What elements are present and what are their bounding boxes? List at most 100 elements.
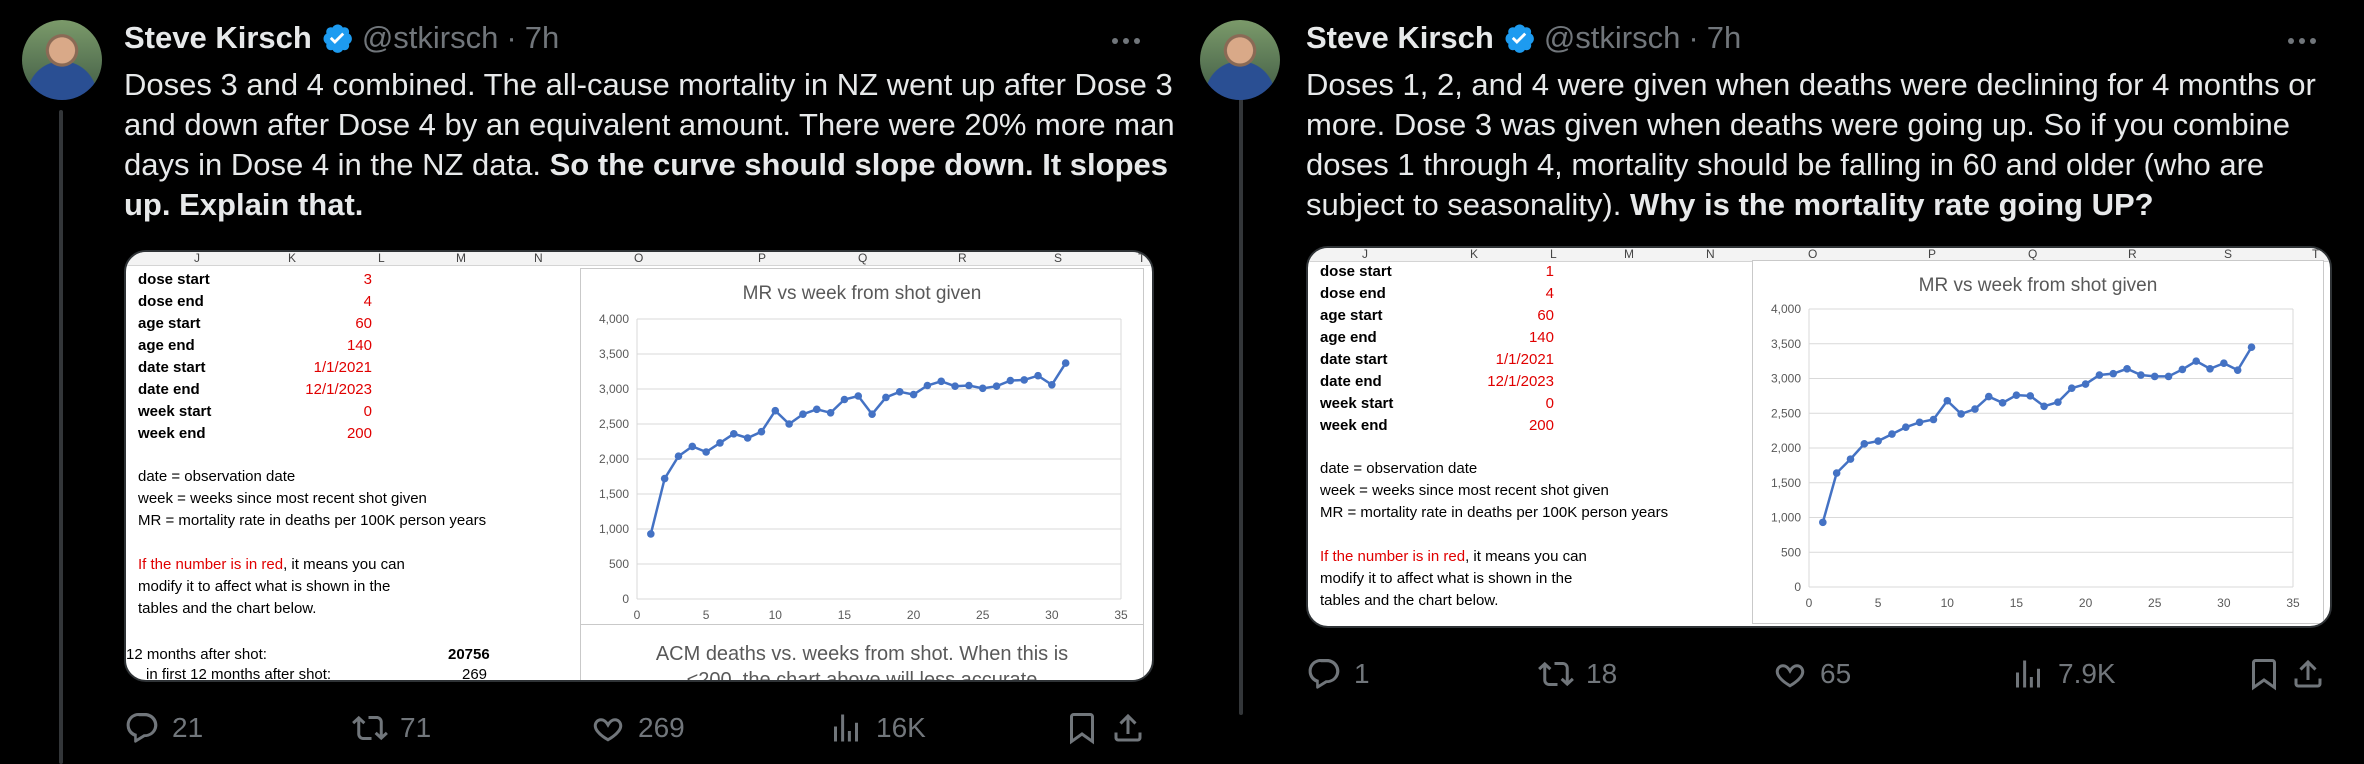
like-button[interactable]: 65 <box>1772 656 1851 692</box>
share-button[interactable] <box>1110 710 1146 746</box>
note-line: MR = mortality rate in deaths per 100K p… <box>1320 504 1669 521</box>
y-tick-label: 3,000 <box>1771 372 1801 386</box>
y-tick-label: 1,000 <box>1771 511 1801 525</box>
views-button[interactable]: 7.9K <box>2010 656 2116 692</box>
x-tick-label: 10 <box>1941 596 1955 610</box>
x-tick-label: 35 <box>2286 596 2300 610</box>
more-options-icon[interactable] <box>2288 38 2316 44</box>
avatar[interactable] <box>22 20 102 100</box>
bookmark-button[interactable] <box>1064 710 1100 746</box>
data-point <box>1061 359 1070 367</box>
y-tick-label: 3,500 <box>1771 337 1801 351</box>
data-point <box>2192 357 2200 365</box>
data-point <box>2095 371 2104 379</box>
note-line: week = weeks since most recent shot give… <box>138 490 427 507</box>
reply-icon <box>1308 659 1340 689</box>
tweet-image[interactable]: J K L M N O P Q R S T dose start 3 dose e… <box>124 250 1154 682</box>
column-label: T <box>1138 251 1146 265</box>
chart-mr-vs-week: MR vs week from shot given 0 500 1,000 1,50… <box>580 268 1144 634</box>
x-tick-label: 5 <box>703 608 710 622</box>
author-handle[interactable]: @stkirsch <box>1544 20 1681 56</box>
data-point <box>785 420 793 428</box>
view-count: 7.9K <box>2058 658 2116 689</box>
column-label: S <box>1054 251 1063 265</box>
note-line: tables and the chart below. <box>1320 592 1499 609</box>
column-label: Q <box>858 251 868 265</box>
chart-title: MR vs week from shot given <box>742 283 982 304</box>
like-button[interactable]: 269 <box>590 710 685 746</box>
definition-notes: date = observation date week = weeks sin… <box>138 466 486 532</box>
x-tick-label: 20 <box>2079 596 2093 610</box>
views-chart-icon <box>2016 660 2040 688</box>
tweet-header: Steve Kirsch @stkirsch · 7h <box>1306 20 1741 56</box>
reply-count: 21 <box>172 712 204 743</box>
data-point <box>882 393 890 402</box>
bookmark-icon <box>2252 659 2276 691</box>
more-options-icon[interactable] <box>1112 38 1140 44</box>
data-point <box>1971 405 1979 413</box>
data-point <box>688 442 697 451</box>
parameter-table: dose start 3 dose end 4 age start 60 age en… <box>138 268 372 444</box>
column-label: K <box>288 251 297 265</box>
timestamp[interactable]: 7h <box>1707 20 1741 56</box>
reply-button[interactable]: 1 <box>1306 656 1370 692</box>
x-tick-label: 15 <box>838 608 852 622</box>
data-point <box>1957 410 1965 418</box>
caption-line: ACM deaths vs. weeks from shot. When thi… <box>655 643 1069 665</box>
param-value: 4 <box>1545 284 1554 302</box>
reply-count: 1 <box>1354 658 1370 689</box>
data-point <box>1846 455 1855 463</box>
parameter-table: dose start 1 dose end 4 age start 60 age en… <box>1320 260 1554 436</box>
note-line: modify it to affect what is shown in the <box>138 578 391 595</box>
data-point <box>2026 392 2035 400</box>
note-line: date = observation date <box>1320 460 1478 477</box>
column-label: O <box>1808 247 1818 261</box>
x-tick-label: 5 <box>1875 596 1882 610</box>
share-icon <box>2294 659 2322 688</box>
repost-count: 71 <box>400 712 432 743</box>
views-chart-icon <box>834 714 858 742</box>
timestamp[interactable]: 7h <box>525 20 559 56</box>
reply-button[interactable]: 21 <box>124 710 203 746</box>
bookmark-button[interactable] <box>2246 656 2282 692</box>
data-point <box>1034 371 1042 380</box>
repost-button[interactable]: 71 <box>352 710 431 746</box>
tweet-text: Doses 3 and 4 combined. The all-cause mo… <box>124 65 1184 225</box>
repost-button[interactable]: 18 <box>1538 656 1617 692</box>
author-name[interactable]: Steve Kirsch <box>124 20 312 56</box>
tweet-2[interactable]: Steve Kirsch @stkirsch · 7h Doses 1, 2, … <box>1180 0 2364 764</box>
verified-badge-icon <box>1505 24 1534 53</box>
separator-dot: · <box>506 20 517 55</box>
param-value: 1 <box>1545 262 1554 280</box>
share-button[interactable] <box>2290 656 2326 692</box>
data-point <box>951 382 959 390</box>
data-point <box>2178 365 2187 374</box>
tweet-image[interactable]: J K L M N O P Q R S T dose start 1 dose e… <box>1306 246 2332 628</box>
y-tick-label: 2,000 <box>1771 441 1801 455</box>
data-point <box>2123 364 2131 373</box>
param-row: week start 0 <box>1320 394 1554 412</box>
param-value: 3 <box>363 270 372 288</box>
tweet-1[interactable]: Steve Kirsch @stkirsch · 7h Doses 3 and … <box>0 0 1200 764</box>
data-point <box>2206 364 2214 373</box>
author-handle[interactable]: @stkirsch <box>362 20 499 56</box>
x-tick-label: 25 <box>2148 596 2162 610</box>
data-point <box>771 406 780 415</box>
data-point <box>2150 372 2159 381</box>
data-point <box>978 384 987 393</box>
author-name[interactable]: Steve Kirsch <box>1306 20 1494 56</box>
data-point <box>702 448 710 456</box>
column-label: J <box>1362 247 1368 261</box>
red-number-note: If the number is in red, it means you ca… <box>1320 546 1587 612</box>
column-label: K <box>1470 247 1479 261</box>
y-tick-label: 0 <box>1794 580 1801 594</box>
views-button[interactable]: 16K <box>828 710 926 746</box>
column-label: O <box>634 251 644 265</box>
y-tick-label: 1,500 <box>1771 476 1801 490</box>
data-point <box>2137 371 2145 379</box>
like-count: 269 <box>638 712 685 743</box>
action-bar: 1 18 65 7.9K <box>1306 652 2336 696</box>
avatar[interactable] <box>1200 20 1280 100</box>
data-point <box>1860 440 1869 448</box>
param-row: date start 1/1/2021 <box>1320 350 1554 368</box>
